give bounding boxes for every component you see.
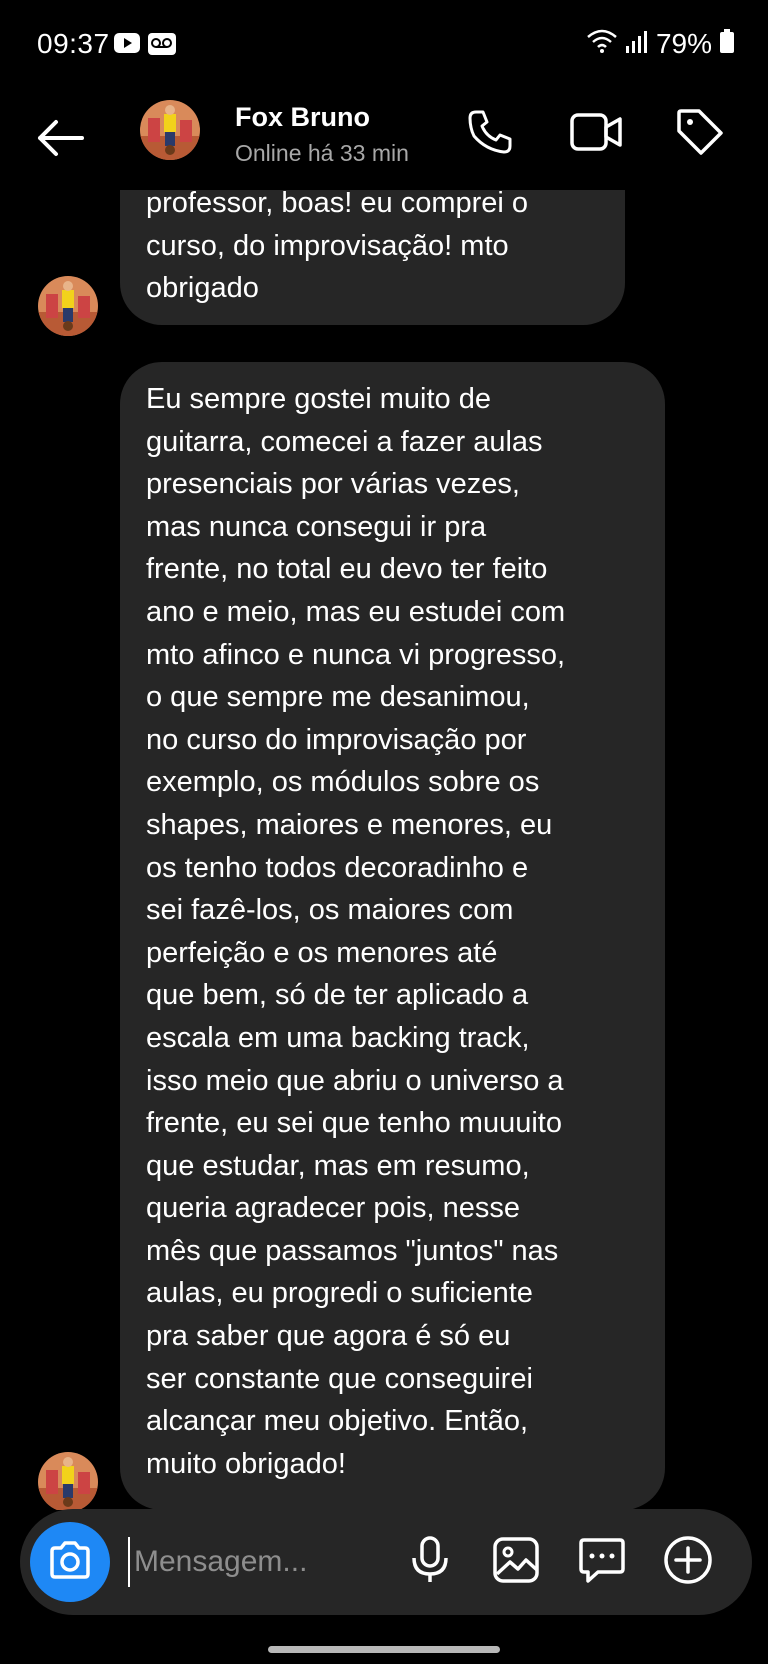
message-line: mas nunca consegui ir pra	[146, 510, 487, 543]
message-line: isso meio que abriu o universo a	[146, 1064, 564, 1097]
status-time: 09:37	[37, 28, 110, 59]
message-line: Eu sempre gostei muito de	[146, 383, 491, 415]
battery-icon	[720, 28, 734, 60]
voicemail-icon	[148, 33, 176, 60]
message-line: pra saber que agora é só eu	[146, 1320, 511, 1353]
contact-avatar[interactable]	[140, 100, 200, 160]
gallery-icon	[492, 1536, 540, 1589]
sender-avatar[interactable]	[38, 1452, 98, 1510]
message-line: que bem, só de ter aplicado a	[146, 979, 529, 1012]
message-line: frente, no total eu devo ter feito	[146, 553, 548, 586]
message-line: que estudar, mas em resumo,	[146, 1149, 530, 1182]
back-arrow-icon	[34, 118, 86, 163]
message-line: frente, eu sei que tenho muuuito	[146, 1107, 562, 1140]
status-bar: 09:37 79%	[0, 0, 768, 90]
message-text: Eu sempre gostei muito de guitarra, comec…	[146, 378, 639, 1485]
message-line: muito obrigado!	[146, 1447, 346, 1480]
message-line: ser constante que conseguirei	[146, 1362, 533, 1395]
message-line: curso, do improvisação! mto	[146, 229, 509, 262]
message-line: sei fazê-los, os maiores com	[146, 894, 514, 927]
sticker-button[interactable]	[572, 1532, 632, 1592]
contact-name[interactable]: Fox Bruno	[235, 102, 370, 133]
contact-status: Online há 33 min	[235, 140, 409, 166]
message-line: mês que passamos "juntos" nas	[146, 1234, 559, 1267]
message-composer	[20, 1509, 752, 1615]
message-line: exemplo, os módulos sobre os	[146, 766, 540, 799]
message-text: professor, boas! eu comprei o curso, do i…	[146, 190, 599, 310]
message-list: professor, boas! eu comprei o curso, do i…	[0, 190, 768, 1510]
message-line: o que sempre me desanimou,	[146, 681, 530, 714]
message-line: professor, boas! eu comprei o	[146, 190, 529, 219]
more-options-button[interactable]	[658, 1532, 718, 1592]
video-camera-icon	[569, 111, 623, 158]
message-input[interactable]	[128, 1537, 378, 1587]
camera-button[interactable]	[30, 1522, 110, 1602]
wifi-icon	[586, 28, 618, 60]
message-line: alcançar meu objetivo. Então,	[146, 1405, 529, 1438]
message-line: shapes, maiores e menores, eu	[146, 808, 553, 841]
message-line: obrigado	[146, 272, 259, 305]
message-line: queria agradecer pois, nesse	[146, 1192, 521, 1225]
home-indicator[interactable]	[268, 1646, 500, 1653]
message-line: mto afinco e nunca vi progresso,	[146, 638, 566, 671]
youtube-icon	[114, 33, 140, 60]
sender-avatar[interactable]	[38, 276, 98, 336]
battery-percent: 79%	[655, 28, 712, 59]
message-line: escala em uma backing track,	[146, 1021, 530, 1054]
message-line: presenciais por várias vezes,	[146, 468, 520, 501]
voice-call-button[interactable]	[462, 106, 518, 162]
back-button[interactable]	[30, 110, 90, 170]
sticker-icon	[578, 1536, 626, 1589]
message-line: aulas, eu progredi o suficiente	[146, 1277, 533, 1310]
camera-icon	[48, 1540, 92, 1584]
message-line: no curso do improvisação por	[146, 723, 527, 756]
message-line: ano e meio, mas eu estudei com	[146, 595, 566, 628]
tag-icon	[675, 107, 725, 162]
voice-message-button[interactable]	[400, 1532, 460, 1592]
message-bubble[interactable]: professor, boas! eu comprei o curso, do i…	[120, 190, 625, 325]
tag-button[interactable]	[672, 106, 728, 162]
gallery-button[interactable]	[486, 1532, 546, 1592]
signal-icon	[625, 28, 648, 60]
plus-circle-icon	[663, 1535, 713, 1590]
message-line: guitarra, comecei a fazer aulas	[146, 425, 543, 458]
message-line: os tenho todos decoradinho e	[146, 851, 529, 884]
message-line: perfeição e os menores até	[146, 936, 498, 969]
microphone-icon	[410, 1535, 450, 1589]
phone-icon	[466, 108, 514, 161]
chat-header: Fox Bruno Online há 33 min	[0, 90, 768, 190]
message-bubble[interactable]: Eu sempre gostei muito de guitarra, comec…	[120, 362, 665, 1510]
video-call-button[interactable]	[568, 106, 624, 162]
